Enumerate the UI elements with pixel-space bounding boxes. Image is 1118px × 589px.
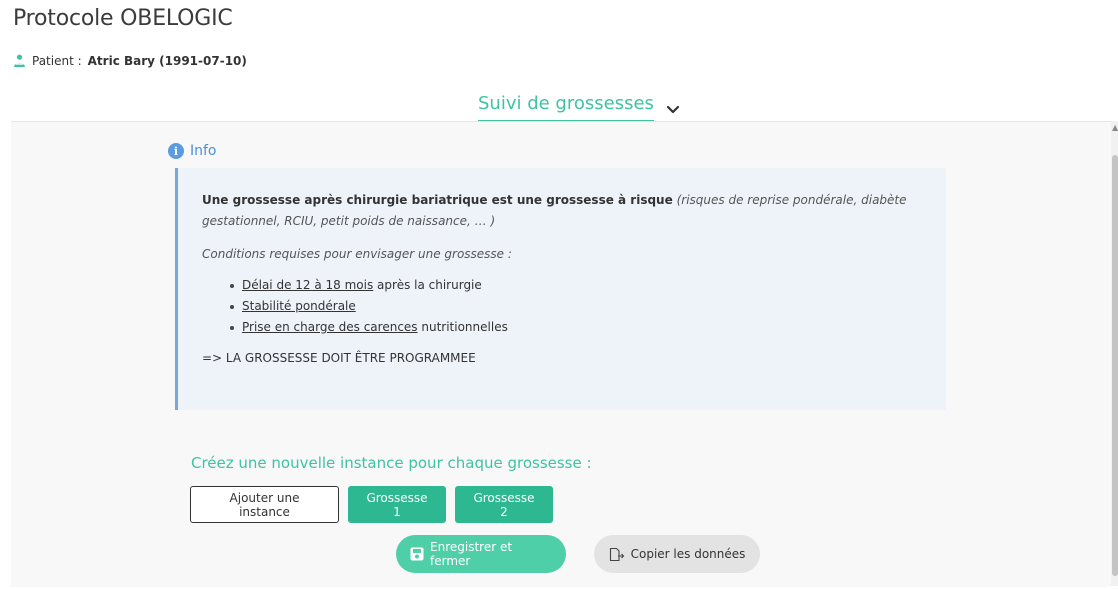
condition-weight: Stabilité pondérale	[242, 299, 356, 313]
info-box: Une grossesse après chirurgie bariatriqu…	[175, 168, 946, 410]
copy-data-label: Copier les données	[630, 547, 746, 561]
condition-deficiency: Prise en charge des carences	[242, 320, 418, 334]
section-selector[interactable]: Suivi de grossesses	[478, 86, 680, 123]
info-paragraph-risk: Une grossesse après chirurgie bariatriqu…	[202, 190, 922, 232]
conditions-intro: Conditions requises pour envisager une g…	[202, 247, 512, 261]
copy-file-icon	[609, 547, 624, 561]
save-icon	[410, 547, 424, 561]
section-title: Suivi de grossesses	[478, 93, 654, 123]
page-title: Protocole OBELOGIC	[13, 6, 233, 31]
risk-statement: Une grossesse après chirurgie bariatriqu…	[202, 193, 673, 207]
info-icon: i	[168, 143, 184, 159]
conclusion: => LA GROSSESSE DOIT ÊTRE PROGRAMMEE	[202, 351, 476, 365]
instance-button-grossesse-2[interactable]: Grossesse 2	[455, 486, 553, 523]
action-buttons: Enregistrer et fermer Copier les données	[396, 535, 760, 573]
save-close-button[interactable]: Enregistrer et fermer	[396, 535, 566, 573]
patient-line: Patient : Atric Bary (1991-07-10)	[13, 54, 247, 68]
add-instance-button[interactable]: Ajouter une instance	[190, 486, 339, 523]
condition-delay: Délai de 12 à 18 mois	[242, 278, 374, 292]
instance-button-grossesse-1[interactable]: Grossesse 1	[348, 486, 446, 523]
list-item: Délai de 12 à 18 mois après la chirurgie	[230, 275, 922, 296]
condition-delay-rest: après la chirurgie	[373, 278, 482, 292]
scroll-up-icon[interactable]: ▲	[1112, 124, 1118, 132]
patient-label: Patient :	[32, 54, 82, 68]
patient-icon	[13, 54, 26, 68]
copy-data-button[interactable]: Copier les données	[594, 535, 760, 573]
conditions-list: Délai de 12 à 18 mois après la chirurgie…	[202, 275, 922, 338]
list-item: Prise en charge des carences nutritionne…	[230, 317, 922, 338]
list-item: Stabilité pondérale	[230, 296, 922, 317]
info-heading: i Info	[168, 143, 217, 159]
condition-deficiency-rest: nutritionnelles	[417, 320, 508, 334]
instance-heading: Créez une nouvelle instance pour chaque …	[191, 454, 592, 472]
chevron-down-icon[interactable]	[666, 100, 680, 114]
info-heading-label: Info	[190, 143, 217, 159]
save-close-label: Enregistrer et fermer	[430, 540, 513, 568]
patient-name: Atric Bary (1991-07-10)	[87, 54, 247, 68]
scrollbar-thumb[interactable]	[1112, 155, 1118, 576]
instance-buttons: Ajouter une instance Grossesse 1 Grosses…	[190, 486, 553, 523]
